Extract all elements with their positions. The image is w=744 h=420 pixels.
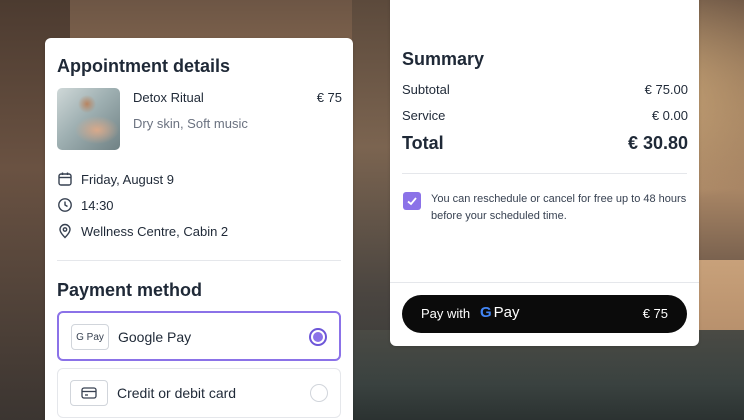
google-g-icon: G: [480, 304, 492, 321]
clock-icon: [58, 198, 72, 212]
service-thumbnail: [57, 88, 120, 150]
time-row: 14:30: [57, 197, 114, 213]
reschedule-notice: You can reschedule or cancel for free up…: [431, 193, 687, 222]
payment-option-card[interactable]: Credit or debit card: [57, 368, 341, 418]
pay-amount: € 75: [642, 306, 668, 321]
total-row: Total € 30.80: [402, 133, 688, 154]
appointment-location: Wellness Centre, Cabin 2: [81, 223, 229, 239]
location-row: Wellness Centre, Cabin 2: [57, 223, 228, 239]
service-details: Dry skin, Soft music: [133, 116, 248, 131]
radio-selected[interactable]: [309, 328, 327, 346]
date-row: Friday, August 9: [57, 171, 174, 187]
service-name: Detox Ritual: [133, 90, 204, 105]
service-row: Service € 0.00: [402, 108, 688, 123]
payment-option-label: Google Pay: [118, 329, 192, 345]
service-fee-value: € 0.00: [651, 108, 688, 123]
reschedule-checkbox[interactable]: [403, 192, 421, 210]
pay-brand-text: Pay: [493, 304, 520, 321]
appointment-card: Appointment details Detox Ritual € 75 Dr…: [45, 38, 353, 420]
subtotal-value: € 75.00: [644, 82, 688, 97]
service-price: € 75: [316, 90, 342, 105]
credit-card-icon: [70, 380, 108, 406]
payment-heading: Payment method: [57, 280, 203, 300]
pay-with-text: Pay with: [421, 306, 471, 321]
google-pay-brand: G Pay: [480, 304, 520, 321]
summary-card: Summary Subtotal € 75.00 Service € 0.00 …: [390, 0, 699, 346]
appointment-heading: Appointment details: [57, 56, 231, 76]
checkmark-icon: [407, 197, 417, 206]
payment-option-google-pay[interactable]: G Pay Google Pay: [57, 311, 341, 361]
pay-with-google-pay-button[interactable]: Pay with G Pay € 75: [402, 295, 687, 333]
footer-divider: [390, 282, 699, 283]
payment-option-label: Credit or debit card: [117, 385, 237, 401]
google-pay-logo: G Pay: [71, 324, 109, 350]
subtotal-row: Subtotal € 75.00: [402, 82, 688, 97]
location-pin-icon: [59, 223, 71, 239]
calendar-icon: [58, 172, 72, 186]
total-label: Total: [402, 133, 444, 153]
appointment-time: 14:30: [81, 197, 114, 213]
appointment-date: Friday, August 9: [81, 171, 174, 187]
subtotal-label: Subtotal: [402, 82, 450, 97]
total-value: € 30.80: [627, 133, 688, 153]
service-fee-label: Service: [402, 108, 446, 123]
radio-unselected[interactable]: [310, 384, 328, 402]
section-divider: [57, 260, 341, 261]
summary-heading: Summary: [402, 49, 485, 69]
summary-divider: [402, 173, 687, 174]
